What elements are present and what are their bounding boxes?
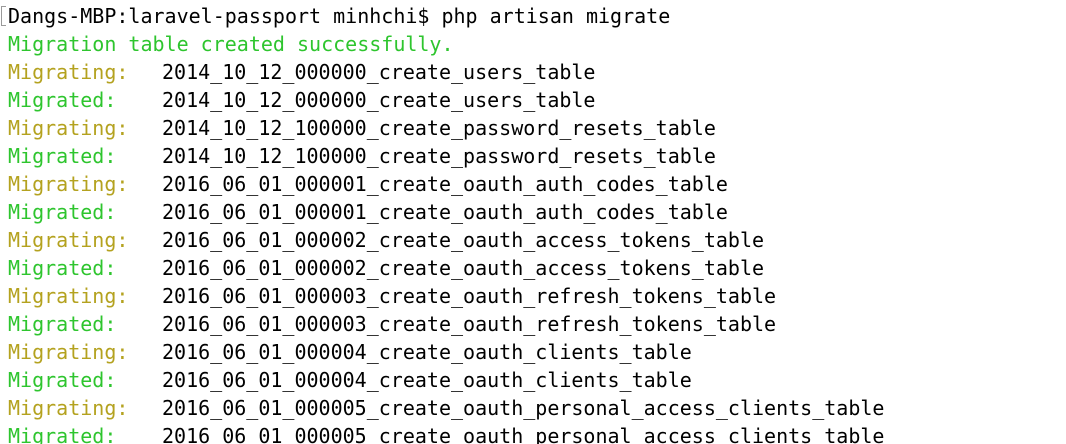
status-label-migrated: Migrated: (8, 144, 117, 168)
migration-line: Migrating: 2016_06_01_000001_create_oauth… (8, 170, 728, 198)
migration-line: Migrated: 2016_06_01_000004_create_oauth_… (8, 366, 692, 394)
migration-line: Migrating: 2014_10_12_100000_create_passw… (8, 114, 716, 142)
migration-name: 2014_10_12_000000_create_users_table (162, 88, 596, 112)
migration-name: 2016_06_01_000001_create_oauth_auth_code… (162, 172, 728, 196)
status-label-migrated: Migrated: (8, 424, 117, 444)
migration-line: Migrating: 2016_06_01_000002_create_oauth… (8, 226, 764, 254)
migration-line: Migrated: 2014_10_12_000000_create_users_… (8, 86, 595, 114)
migration-name: 2016_06_01_000001_create_oauth_auth_code… (162, 200, 728, 224)
migration-line: Migrating: 2014_10_12_000000_create_users… (8, 58, 595, 86)
migration-line: Migrated: 2016_06_01_000003_create_oauth_… (8, 310, 776, 338)
status-label-migrating: Migrating: (8, 228, 129, 252)
migration-name: 2014_10_12_000000_create_users_table (162, 60, 596, 84)
status-label-migrating: Migrating: (8, 340, 129, 364)
migration-line: Migrated: 2016_06_01_000001_create_oauth_… (8, 198, 728, 226)
status-label-migrated: Migrated: (8, 200, 117, 224)
status-label-migrating: Migrating: (8, 60, 129, 84)
migration-line: Migrated: 2014_10_12_100000_create_passwo… (8, 142, 716, 170)
command-prompt-line: Dangs-MBP:laravel-passport minhchi$ php … (8, 4, 671, 28)
migration-name: 2016_06_01_000005_create_oauth_personal_… (162, 424, 885, 444)
migration-name: 2014_10_12_100000_create_password_resets… (162, 144, 716, 168)
migration-name: 2016_06_01_000004_create_oauth_clients_t… (162, 340, 692, 364)
migration-name: 2016_06_01_000003_create_oauth_refresh_t… (162, 284, 777, 308)
migration-line: Migrated: 2016_06_01_000002_create_oauth_… (8, 254, 764, 282)
status-label-migrating: Migrating: (8, 116, 129, 140)
migration-line: Migrating: 2016_06_01_000004_create_oauth… (8, 338, 692, 366)
selection-bracket-icon (1, 6, 6, 26)
terminal-window[interactable]: Dangs-MBP:laravel-passport minhchi$ php … (0, 0, 1066, 444)
status-label-migrating: Migrating: (8, 396, 129, 420)
migration-name: 2016_06_01_000004_create_oauth_clients_t… (162, 368, 692, 392)
migration-name: 2016_06_01_000005_create_oauth_personal_… (162, 396, 885, 420)
status-label-migrating: Migrating: (8, 284, 129, 308)
status-label-migrated: Migrated: (8, 88, 117, 112)
migration-name: 2016_06_01_000003_create_oauth_refresh_t… (162, 312, 777, 336)
status-label-migrated: Migrated: (8, 256, 117, 280)
migration-line: Migrating: 2016_06_01_000005_create_oauth… (8, 394, 884, 422)
migration-line: Migrating: 2016_06_01_000003_create_oauth… (8, 282, 776, 310)
migration-line: Migrated: 2016_06_01_000005_create_oauth_… (8, 422, 884, 444)
migration-name: 2016_06_01_000002_create_oauth_access_to… (162, 256, 765, 280)
success-message: Migration table created successfully. (8, 32, 454, 56)
migration-name: 2014_10_12_100000_create_password_resets… (162, 116, 716, 140)
status-label-migrated: Migrated: (8, 312, 117, 336)
status-label-migrated: Migrated: (8, 368, 117, 392)
migration-name: 2016_06_01_000002_create_oauth_access_to… (162, 228, 765, 252)
status-label-migrating: Migrating: (8, 172, 129, 196)
